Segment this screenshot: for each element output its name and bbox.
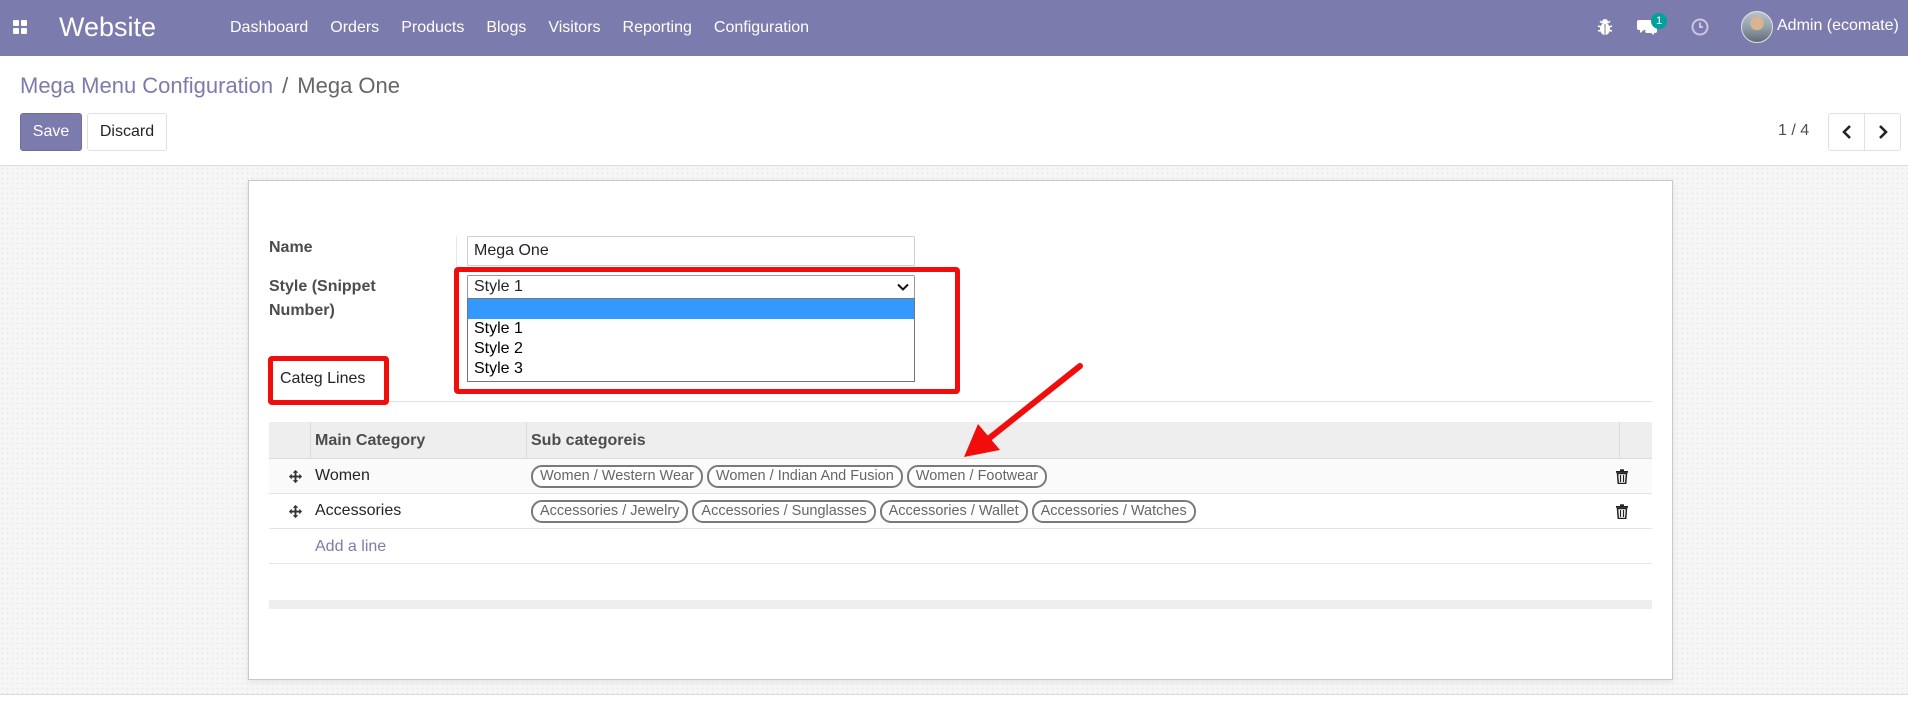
handle-column-header bbox=[269, 422, 311, 459]
sub-category-tag[interactable]: Accessories / Wallet bbox=[879, 500, 1028, 523]
menu-reporting[interactable]: Reporting bbox=[623, 19, 692, 37]
menu-blogs[interactable]: Blogs bbox=[486, 19, 526, 37]
menu-configuration[interactable]: Configuration bbox=[714, 19, 809, 37]
user-name[interactable]: Admin (ecomate) bbox=[1777, 17, 1899, 35]
name-input[interactable] bbox=[467, 236, 915, 266]
menu-visitors[interactable]: Visitors bbox=[548, 19, 600, 37]
trash-icon[interactable] bbox=[1615, 504, 1629, 519]
main-category-header[interactable]: Main Category bbox=[311, 422, 527, 459]
chevron-right-icon bbox=[1878, 125, 1888, 139]
table-row[interactable]: Accessories Accessories / Jewelry Access… bbox=[269, 494, 1652, 529]
sub-category-tag[interactable]: Women / Western Wear bbox=[531, 465, 703, 488]
sub-categories-cell[interactable]: Accessories / Jewelry Accessories / Sung… bbox=[531, 500, 1200, 523]
menu-dashboard[interactable]: Dashboard bbox=[230, 19, 308, 37]
sub-category-tag[interactable]: Women / Indian And Fusion bbox=[706, 465, 903, 488]
main-menu: Dashboard Orders Products Blogs Visitors… bbox=[230, 0, 831, 56]
drag-handle-icon[interactable] bbox=[288, 504, 303, 519]
annotation-highlight-dropdown bbox=[454, 267, 960, 394]
breadcrumb: Mega Menu Configuration / Mega One bbox=[20, 72, 400, 100]
add-line-link[interactable]: Add a line bbox=[315, 538, 386, 556]
style-label: Style (Snippet Number) bbox=[269, 278, 376, 319]
sub-category-tag[interactable]: Accessories / Jewelry bbox=[531, 500, 689, 523]
breadcrumb-separator: / bbox=[282, 73, 289, 98]
trash-icon[interactable] bbox=[1615, 469, 1629, 484]
debug-bug-icon[interactable] bbox=[1597, 18, 1613, 36]
annotation-highlight-tab bbox=[268, 356, 389, 405]
app-brand[interactable]: Website bbox=[59, 11, 156, 43]
pager-value[interactable]: 1 / 4 bbox=[1778, 122, 1809, 140]
top-navbar: Website Dashboard Orders Products Blogs … bbox=[0, 0, 1908, 56]
table-footer bbox=[269, 600, 1652, 609]
sub-category-tag[interactable]: Accessories / Sunglasses bbox=[692, 500, 876, 523]
pager-previous-button[interactable] bbox=[1828, 113, 1865, 151]
chevron-left-icon bbox=[1841, 125, 1851, 139]
breadcrumb-parent[interactable]: Mega Menu Configuration bbox=[20, 73, 273, 98]
menu-orders[interactable]: Orders bbox=[330, 19, 379, 37]
save-button[interactable]: Save bbox=[20, 113, 82, 151]
sub-category-tag[interactable]: Accessories / Watches bbox=[1031, 500, 1196, 523]
apps-menu-icon[interactable] bbox=[13, 20, 28, 34]
main-category-cell[interactable]: Women bbox=[315, 467, 370, 485]
sub-category-tag[interactable]: Women / Footwear bbox=[906, 465, 1048, 488]
sub-categories-cell[interactable]: Women / Western Wear Women / Indian And … bbox=[531, 465, 1051, 488]
add-line-row: Add a line bbox=[269, 529, 1652, 564]
delete-column-header bbox=[1620, 422, 1652, 459]
annotation-arrow-icon bbox=[964, 363, 1083, 457]
menu-products[interactable]: Products bbox=[401, 19, 464, 37]
breadcrumb-current: Mega One bbox=[297, 73, 401, 98]
drag-handle-icon[interactable] bbox=[288, 469, 303, 484]
table-row[interactable]: Women Women / Western Wear Women / India… bbox=[269, 459, 1652, 494]
chat-count-badge: 1 bbox=[1651, 13, 1667, 29]
main-category-cell[interactable]: Accessories bbox=[315, 502, 401, 520]
discard-button[interactable]: Discard bbox=[87, 113, 167, 151]
pager-next-button[interactable] bbox=[1864, 113, 1901, 151]
name-label: Name bbox=[269, 239, 313, 256]
activity-clock-icon[interactable] bbox=[1691, 18, 1709, 36]
user-avatar[interactable] bbox=[1741, 11, 1773, 43]
